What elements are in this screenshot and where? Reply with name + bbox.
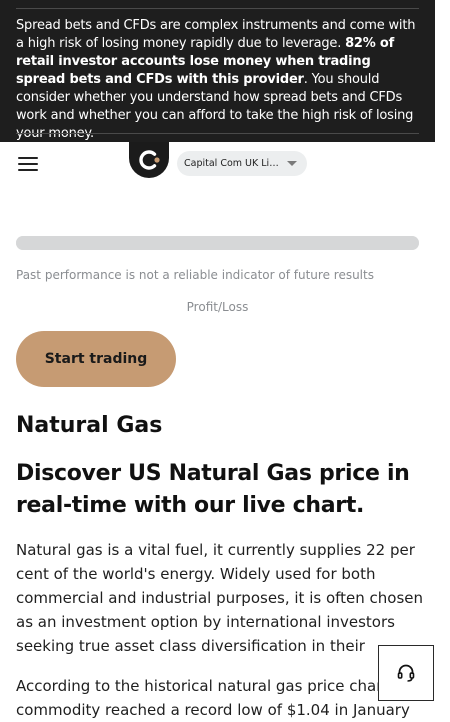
start-trading-button[interactable]: Start trading	[16, 331, 176, 387]
risk-warning-banner: Spread bets and CFDs are complex instrum…	[0, 0, 435, 142]
past-performance-disclaimer: Past performance is not a reliable indic…	[16, 268, 374, 282]
hamburger-menu-icon[interactable]	[18, 157, 38, 171]
support-chat-button[interactable]	[378, 645, 434, 701]
risk-warning-text: Spread bets and CFDs are complex instrum…	[16, 17, 419, 143]
entity-select[interactable]: Capital Com UK Limited	[177, 151, 307, 176]
article-paragraph: Natural gas is a vital fuel, it currentl…	[16, 541, 424, 655]
asset-title: Natural Gas	[16, 413, 163, 438]
article-headline: Discover US Natural Gas price in real-ti…	[16, 461, 410, 518]
entity-select-value: Capital Com UK Limited	[184, 158, 284, 169]
headset-support-icon	[397, 664, 415, 682]
article-paragraph: According to the historical natural gas …	[16, 677, 423, 719]
banner-divider-bottom	[16, 133, 419, 134]
capital-com-logo[interactable]	[129, 142, 169, 178]
banner-divider-top	[16, 8, 419, 9]
profit-loss-label: Profit/Loss	[186, 300, 249, 314]
chart-loading-fill	[16, 236, 419, 250]
site-header: Capital Com UK Limited	[0, 142, 435, 187]
chart-loading-bar	[16, 236, 419, 250]
chevron-down-icon	[287, 161, 297, 166]
